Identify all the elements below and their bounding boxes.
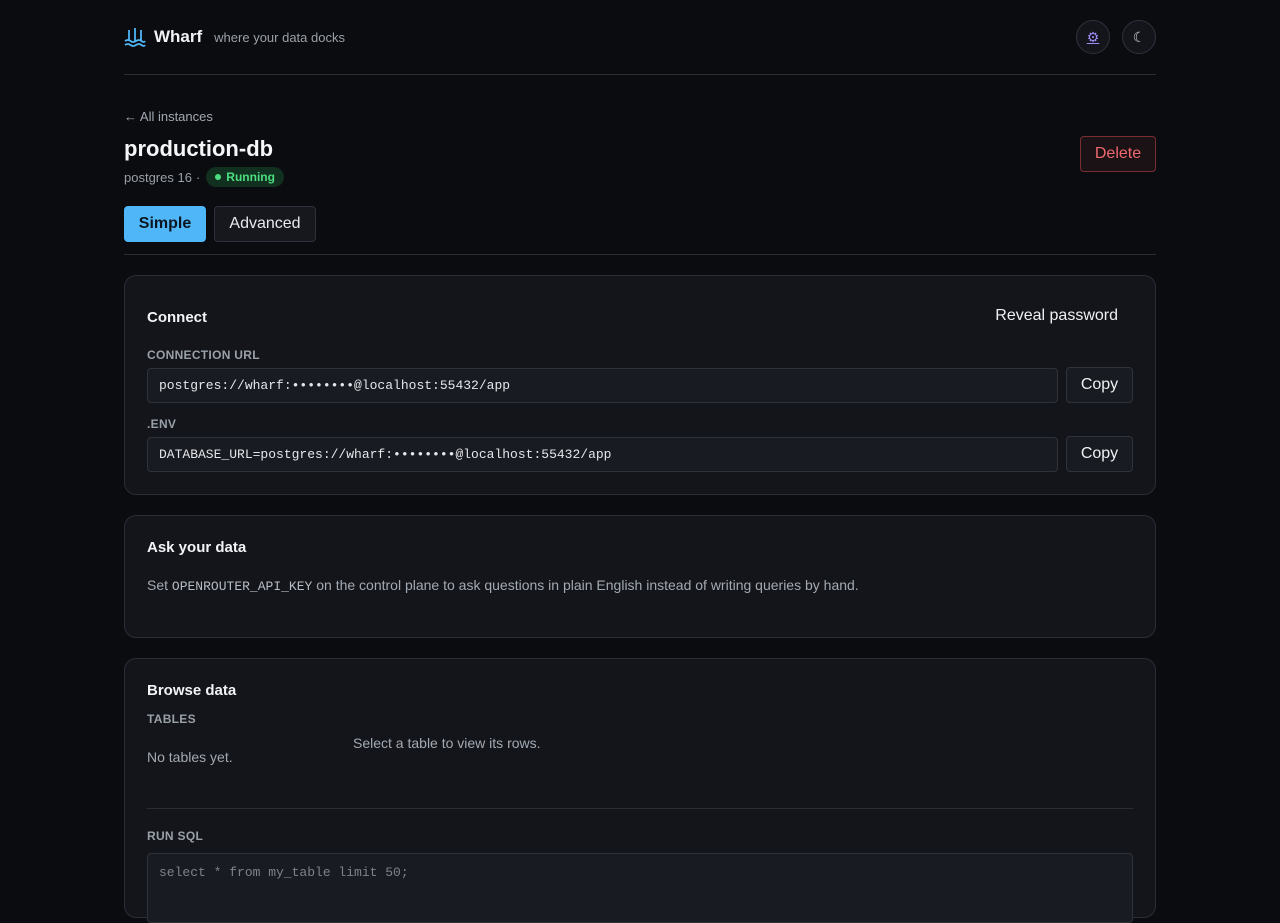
- ask-card: Ask your data Set OPENROUTER_API_KEY on …: [124, 515, 1156, 638]
- top-bar: Wharf where your data docks ⚙ ☾: [124, 0, 1156, 75]
- browse-card: Browse data TABLES No tables yet. Select…: [124, 658, 1156, 923]
- view-tabs: Simple Advanced: [124, 206, 1156, 255]
- theme-toggle-button[interactable]: ☾: [1122, 20, 1156, 54]
- connect-card: Connect Reveal password CONNECTION URL p…: [124, 275, 1156, 495]
- tables-label: TABLES: [147, 712, 196, 726]
- instance-meta: postgres 16 · Running: [124, 167, 284, 187]
- reveal-password-button[interactable]: Reveal password: [995, 307, 1118, 325]
- settings-button[interactable]: ⚙: [1076, 20, 1110, 54]
- status-text: Running: [226, 170, 275, 184]
- engine-version: postgres 16: [124, 169, 192, 185]
- ask-text-after: on the control plane to ask questions in…: [312, 577, 859, 593]
- sql-editor[interactable]: [147, 853, 1133, 923]
- env-label: .ENV: [147, 417, 177, 431]
- connection-url-field[interactable]: postgres://wharf:••••••••@localhost:5543…: [147, 368, 1058, 403]
- ask-title: Ask your data: [147, 539, 247, 556]
- delete-button[interactable]: Delete: [1080, 136, 1156, 172]
- tab-simple[interactable]: Simple: [124, 206, 206, 242]
- copy-url-button[interactable]: Copy: [1066, 367, 1133, 403]
- connection-url-label: CONNECTION URL: [147, 348, 260, 362]
- copy-env-button[interactable]: Copy: [1066, 436, 1133, 472]
- waves-logo-icon: [124, 28, 146, 47]
- status-badge: Running: [206, 167, 284, 187]
- tab-advanced[interactable]: Advanced: [214, 206, 316, 242]
- brand[interactable]: Wharf where your data docks: [124, 26, 345, 48]
- moon-icon: ☾: [1132, 28, 1146, 45]
- select-table-hint: Select a table to view its rows.: [353, 735, 541, 751]
- status-dot-icon: [215, 174, 222, 180]
- gear-icon: ⚙: [1086, 28, 1100, 45]
- page: Wharf where your data docks ⚙ ☾ ← All in…: [124, 0, 1156, 923]
- browse-title: Browse data: [147, 682, 237, 699]
- section-divider: [147, 808, 1133, 809]
- brand-name: Wharf: [154, 27, 203, 46]
- back-to-instances-link[interactable]: ← All instances: [124, 109, 213, 124]
- connect-title: Connect: [147, 309, 207, 326]
- instance-title: production-db: [124, 136, 274, 161]
- env-var-code: OPENROUTER_API_KEY: [171, 579, 313, 594]
- env-field[interactable]: DATABASE_URL=postgres://wharf:••••••••@l…: [147, 437, 1058, 472]
- ask-text-before: Set: [147, 577, 172, 593]
- ask-description: Set OPENROUTER_API_KEY on the control pl…: [147, 577, 859, 594]
- empty-tables-message: No tables yet.: [147, 749, 233, 765]
- meta-separator: ·: [195, 169, 201, 185]
- run-sql-label: RUN SQL: [147, 829, 204, 843]
- brand-tagline: where your data docks: [214, 29, 345, 45]
